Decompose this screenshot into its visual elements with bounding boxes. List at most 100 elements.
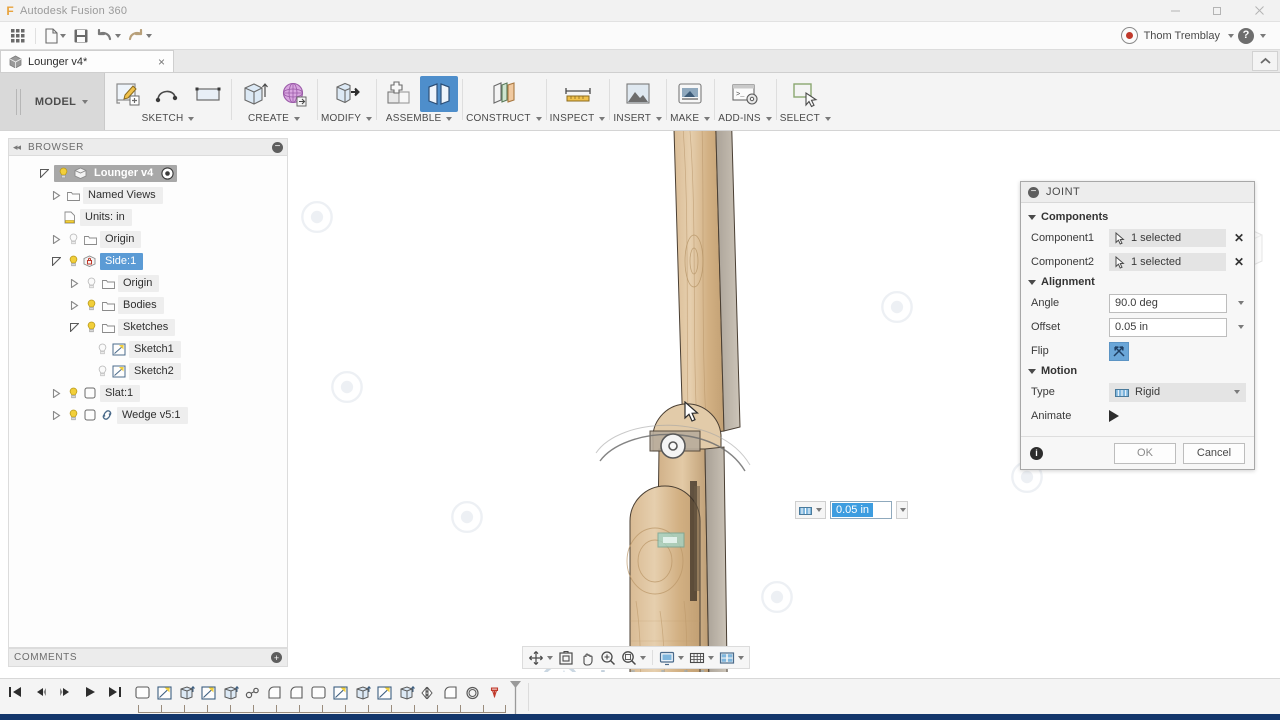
comments-panel[interactable]: COMMENTS +: [8, 648, 288, 667]
offset-value-input[interactable]: 0.05 in: [830, 501, 892, 519]
chevron-down-icon[interactable]: [765, 116, 772, 121]
ribbon-label-addins[interactable]: ADD-INS: [718, 113, 772, 124]
chevron-up-icon[interactable]: [1252, 51, 1278, 71]
chevron-down-icon[interactable]: [704, 116, 711, 121]
expander-collapsed-icon[interactable]: [49, 232, 63, 246]
info-icon[interactable]: i: [1030, 446, 1043, 460]
ribbon-label-assemble[interactable]: ASSEMBLE: [386, 113, 453, 124]
chevron-down-icon[interactable]: [115, 33, 121, 38]
chevron-down-icon[interactable]: [1260, 33, 1266, 38]
grid-snaps-icon[interactable]: [687, 647, 716, 668]
press-pull-icon[interactable]: [328, 76, 366, 112]
record-icon[interactable]: [1120, 27, 1138, 44]
chevron-down-icon[interactable]: [1234, 390, 1240, 394]
light-bulb-icon[interactable]: [84, 320, 98, 334]
add-comment-icon[interactable]: +: [271, 652, 282, 663]
expander-collapsed-icon[interactable]: [49, 188, 63, 202]
maximize-icon[interactable]: [1196, 0, 1238, 22]
ribbon-label-inspect[interactable]: INSPECT: [550, 113, 606, 124]
angle-input[interactable]: 90.0 deg: [1109, 293, 1227, 313]
flip-arrows-icon[interactable]: [1109, 341, 1129, 361]
zoom-icon[interactable]: [598, 647, 618, 668]
look-at-icon[interactable]: [556, 647, 576, 668]
fillet-feature-icon[interactable]: [264, 683, 284, 703]
create-sketch-icon[interactable]: [109, 76, 147, 112]
light-bulb-icon[interactable]: [56, 166, 70, 180]
close-icon[interactable]: ×: [156, 56, 167, 68]
tree-item-slat-1[interactable]: Slat:1: [9, 382, 287, 404]
section-alignment[interactable]: Alignment: [1021, 274, 1254, 291]
help-icon[interactable]: ?: [1238, 27, 1254, 44]
viewports-icon[interactable]: [717, 647, 746, 668]
sketch-feature-icon[interactable]: [330, 683, 350, 703]
fillet-feature-icon[interactable]: [286, 683, 306, 703]
ok-button[interactable]: OK: [1114, 442, 1176, 464]
chevron-down-icon[interactable]: [824, 116, 831, 121]
joint-icon[interactable]: [420, 76, 459, 112]
save-icon[interactable]: [69, 24, 93, 48]
chevron-down-icon[interactable]: [708, 655, 714, 660]
extrude-feature-icon[interactable]: [352, 683, 372, 703]
chevron-down-icon[interactable]: [678, 655, 684, 660]
extrude-feature-icon[interactable]: [176, 683, 196, 703]
body-feature-icon[interactable]: [132, 683, 152, 703]
close-icon[interactable]: [1238, 0, 1280, 22]
step-back-icon[interactable]: [33, 685, 48, 702]
workspace-selector[interactable]: MODEL: [0, 73, 105, 130]
measure-icon[interactable]: [559, 76, 597, 112]
user-name-label[interactable]: Thom Tremblay: [1144, 30, 1220, 42]
offset-input[interactable]: 0.05 in: [1109, 317, 1227, 337]
as-built-joint-feature-icon[interactable]: [462, 683, 482, 703]
fillet-feature-icon[interactable]: [440, 683, 460, 703]
extrude-icon[interactable]: [235, 76, 273, 112]
section-components[interactable]: Components: [1021, 209, 1254, 226]
chevron-down-icon[interactable]: [446, 116, 453, 121]
ribbon-label-modify[interactable]: MODIFY: [321, 113, 373, 124]
ribbon-label-sketch[interactable]: SKETCH: [142, 113, 195, 124]
chevron-down-icon[interactable]: [1233, 301, 1246, 305]
new-document-icon[interactable]: [41, 24, 69, 48]
clear-component1-button[interactable]: ✕: [1232, 231, 1246, 245]
tree-item-units[interactable]: Units: in: [9, 206, 287, 228]
orbit-icon[interactable]: [526, 647, 555, 668]
chevron-down-icon[interactable]: [1233, 325, 1246, 329]
expander-collapsed-icon[interactable]: [49, 386, 63, 400]
sketch-feature-icon[interactable]: [374, 683, 394, 703]
ribbon-label-select[interactable]: SELECT: [780, 113, 831, 124]
light-bulb-icon[interactable]: [84, 276, 98, 290]
clear-component2-button[interactable]: ✕: [1232, 255, 1246, 269]
play-icon[interactable]: [1109, 410, 1119, 422]
minimize-panel-icon[interactable]: −: [272, 141, 283, 153]
tree-item-sketch2[interactable]: Sketch2: [9, 360, 287, 382]
document-tab[interactable]: Lounger v4* ×: [0, 50, 174, 72]
collapse-dialog-icon[interactable]: −: [1028, 186, 1039, 198]
light-bulb-icon[interactable]: [95, 364, 109, 378]
body-feature-icon[interactable]: [308, 683, 328, 703]
chevron-down-icon[interactable]: [82, 99, 89, 104]
chevron-down-icon[interactable]: [599, 116, 606, 121]
mesh-icon[interactable]: [275, 76, 313, 112]
tree-item-origin-side[interactable]: Origin: [9, 272, 287, 294]
select-icon[interactable]: [786, 76, 824, 112]
component2-selection[interactable]: 1 selected: [1109, 253, 1226, 271]
chevron-down-icon[interactable]: [896, 501, 908, 519]
tree-item-sketches[interactable]: Sketches: [9, 316, 287, 338]
app-grid-icon[interactable]: [6, 24, 30, 48]
tree-item-sketch1[interactable]: Sketch1: [9, 338, 287, 360]
expander-expanded-icon[interactable]: [37, 166, 51, 180]
redo-icon[interactable]: [124, 24, 155, 48]
light-bulb-icon[interactable]: [95, 342, 109, 356]
component1-selection[interactable]: 1 selected: [1109, 229, 1226, 247]
rectangle-icon[interactable]: [189, 76, 227, 112]
3d-print-icon[interactable]: [671, 76, 709, 112]
light-bulb-icon[interactable]: [66, 232, 80, 246]
light-bulb-icon[interactable]: [66, 254, 80, 268]
ribbon-label-make[interactable]: MAKE: [670, 113, 711, 124]
light-bulb-icon[interactable]: [66, 408, 80, 422]
new-component-icon[interactable]: [380, 76, 418, 112]
rigid-joint-feature-icon[interactable]: [484, 683, 504, 703]
chevron-down-icon[interactable]: [60, 33, 66, 38]
pan-icon[interactable]: [577, 647, 597, 668]
ribbon-label-insert[interactable]: INSERT: [613, 113, 663, 124]
expander-collapsed-icon[interactable]: [67, 298, 81, 312]
